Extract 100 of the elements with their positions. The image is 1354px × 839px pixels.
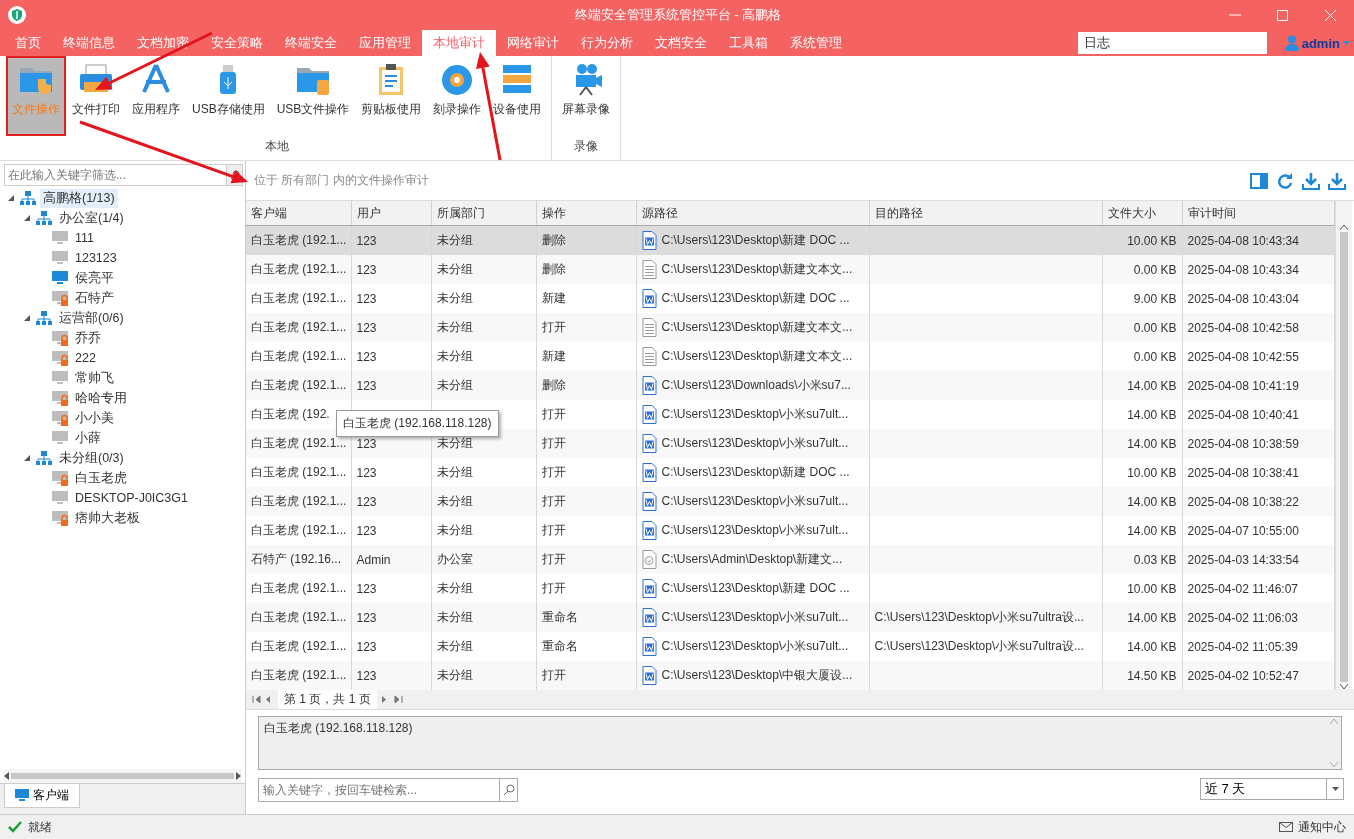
tree-item[interactable]: 111 (72, 230, 97, 246)
tree-item[interactable]: 高鹏格(1/13) (40, 188, 118, 208)
table-cell: 打开 (536, 487, 636, 516)
table-row[interactable]: 白玉老虎 (192.1... 123 未分组 删除 C:\Users\123\Desktop\新建 DOC ... 10.00 KB 2025-04-08 10:43:34 (246, 225, 1334, 255)
tree-item[interactable]: 哈哈专用 (72, 388, 130, 408)
file-path: C:\Users\123\Desktop\新建 DOC ... (661, 232, 850, 249)
file-path: C:\Users\123\Desktop\小米su7ult... (661, 406, 849, 423)
table-cell: 打开 (536, 545, 636, 574)
detail-text: 白玉老虎 (192.168.118.128) (263, 720, 414, 737)
tree-item[interactable]: 痞帅大老板 (72, 508, 143, 528)
search-button[interactable] (500, 778, 518, 802)
file-path: C:\Users\Admin\Desktop\新建文... (661, 551, 843, 568)
tree-item[interactable]: 小小美 (72, 408, 117, 428)
table-row[interactable]: 白玉老虎 (192.1... 123 未分组 打开 C:\Users\123\Desktop\新建文本文... 0.00 KB 2025-04-08 10:42:58 (246, 313, 1334, 342)
last-page-button[interactable] (393, 695, 403, 703)
close-icon (1323, 8, 1337, 22)
tree-item[interactable]: 白玉老虎 (72, 468, 130, 488)
table-row[interactable]: 白玉老虎 (192.1... 123 未分组 打开 C:\Users\123\Desktop\中银大厦设... 14.50 KB 2025-04-02 10:52:47 (246, 661, 1334, 690)
date-range-dropdown[interactable]: 近 7 天 (1200, 778, 1344, 800)
panel-tab[interactable]: 客户端 (4, 784, 80, 808)
file-path: C:\Users\123\Desktop\新建 DOC ... (661, 464, 850, 481)
search-field[interactable]: 日志 (1077, 32, 1267, 54)
table-cell: 未分组 (431, 371, 536, 400)
search-field[interactable]: 输入关键字，按回车键检索... (258, 778, 500, 802)
filter-field[interactable]: 在此输入关键字筛选... (4, 164, 227, 186)
table-row[interactable]: 石特产 (192.16... Admin 办公室 打开 C:\Users\Admin\Desktop\新建文... 0.03 KB 2025-04-03 14:33:54 (246, 545, 1334, 574)
word-file-icon (641, 434, 657, 453)
ribbon-button[interactable]: 剪贴板使用 (355, 56, 428, 136)
column-header[interactable]: 用户 (351, 201, 431, 226)
table-cell: 白玉老虎 (192.1... (246, 487, 351, 516)
tree-item[interactable]: 小薛 (72, 428, 104, 448)
column-header[interactable]: 文件大小 (1102, 201, 1182, 226)
group-label: 本地 (263, 138, 290, 155)
org-chart-icon (36, 451, 52, 465)
user-icon (1284, 35, 1299, 51)
search-icon (502, 784, 515, 796)
word-file-icon (641, 405, 657, 424)
file-path: C:\Users\123\Desktop\小米su7ult... (661, 638, 849, 655)
vertical-scrollbar[interactable] (1327, 717, 1341, 769)
org-chart-icon (20, 191, 36, 205)
table-row[interactable]: 白玉老虎 (192.1... 123 未分组 删除 C:\Users\123\Downloads\小米su7... 14.00 KB 2025-04-08 10:41:19 (246, 371, 1334, 400)
download-button[interactable] (1302, 171, 1320, 190)
tree-item[interactable]: 办公室(1/4) (56, 208, 127, 228)
notification-center-button[interactable]: 通知中心 (1279, 818, 1346, 836)
column-header[interactable]: 操作 (536, 201, 636, 226)
table-cell: 白玉老虎 (192.1... (246, 313, 351, 342)
download-button[interactable] (1328, 171, 1346, 190)
table-cell: 2025-04-02 11:06:03 (1182, 603, 1334, 632)
tree-item[interactable]: 222 (72, 350, 99, 366)
table-cell: 2025-04-08 10:43:34 (1182, 255, 1334, 284)
ribbon-button[interactable]: 屏幕录像 (556, 56, 617, 136)
ribbon-button[interactable]: USB存储使用 (186, 56, 271, 136)
tree-item[interactable]: 未分组(0/3) (56, 448, 127, 468)
column-header[interactable]: 所属部门 (431, 201, 536, 226)
ribbon-button[interactable]: 设备使用 (487, 56, 548, 136)
table-cell: 14.00 KB (1102, 371, 1182, 400)
table-cell: 未分组 (431, 487, 536, 516)
table-cell: 白玉老虎 (192.1... (246, 225, 351, 255)
columns-button[interactable] (1250, 171, 1268, 190)
table-cell: 14.50 KB (1102, 661, 1182, 690)
tree-item[interactable]: 常帅飞 (72, 368, 117, 388)
word-file-icon (641, 579, 657, 598)
table-cell: 白玉老虎 (192.1... (246, 603, 351, 632)
tree-item[interactable]: 石特产 (72, 288, 117, 308)
word-file-icon (641, 289, 657, 308)
file-path: C:\Users\123\Desktop\小米su7ult... (661, 522, 849, 539)
table-row[interactable]: 白玉老虎 (192.1... 123 未分组 重命名 C:\Users\123\Desktop\小米su7ult... C:\Users\123\Desktop\小米su7ultra设... 14.00 KB 2025-04-02 11:06:03 (246, 603, 1334, 632)
right-arrow-icon (236, 772, 241, 780)
tree-item[interactable]: DESKTOP-J0IC3G1 (72, 490, 191, 506)
table-row[interactable]: 白玉老虎 (192.1... 123 未分组 打开 C:\Users\123\Desktop\小米su7ult... 14.00 KB 2025-04-08 10:38:22 (246, 487, 1334, 516)
tree-item[interactable]: 乔乔 (72, 328, 104, 348)
table-cell: 未分组 (431, 661, 536, 690)
org-chart-icon (36, 311, 52, 325)
table-cell: 123 (351, 313, 431, 342)
word-file-icon (641, 608, 657, 627)
ribbon-button[interactable]: 应用程序 (126, 56, 186, 136)
column-header[interactable]: 客户端 (246, 201, 351, 226)
ribbon-button[interactable]: USB文件操作 (270, 56, 356, 136)
file-path: C:\Users\123\Desktop\小米su7ult... (661, 435, 849, 452)
refresh-button[interactable] (1276, 171, 1294, 190)
download-icon (1328, 171, 1346, 190)
tree-item[interactable]: 侯亮平 (72, 268, 117, 288)
monitor-icon (15, 789, 29, 802)
table-row[interactable]: 白玉老虎 (192.1... 123 未分组 打开 C:\Users\123\Desktop\小米su7ult... 14.00 KB 2025-04-08 10:38:59 (246, 429, 1334, 458)
table-row[interactable]: 白玉老虎 (192.1... 123 未分组 删除 C:\Users\123\Desktop\新建文本文... 0.00 KB 2025-04-08 10:43:34 (246, 255, 1334, 284)
column-header[interactable]: 审计时间 (1182, 201, 1334, 226)
first-page-button[interactable] (252, 695, 261, 703)
refresh-icon (1276, 171, 1294, 190)
tree-item[interactable]: 123123 (72, 250, 120, 266)
tree-item[interactable]: 运营部(0/6) (56, 308, 127, 328)
column-header[interactable]: 源路径 (636, 201, 869, 226)
table-cell: 0.00 KB (1102, 313, 1182, 342)
table-cell: 2025-04-08 10:41:19 (1182, 371, 1334, 400)
table-cell: 14.00 KB (1102, 429, 1182, 458)
horizontal-scrollbar[interactable] (4, 769, 241, 783)
table-cell: 打开 (536, 661, 636, 690)
column-header[interactable]: 目的路径 (869, 201, 1102, 226)
table-cell: 2025-04-08 10:38:59 (1182, 429, 1334, 458)
table-cell: 10.00 KB (1102, 225, 1182, 255)
left-arrow-icon (4, 772, 9, 780)
